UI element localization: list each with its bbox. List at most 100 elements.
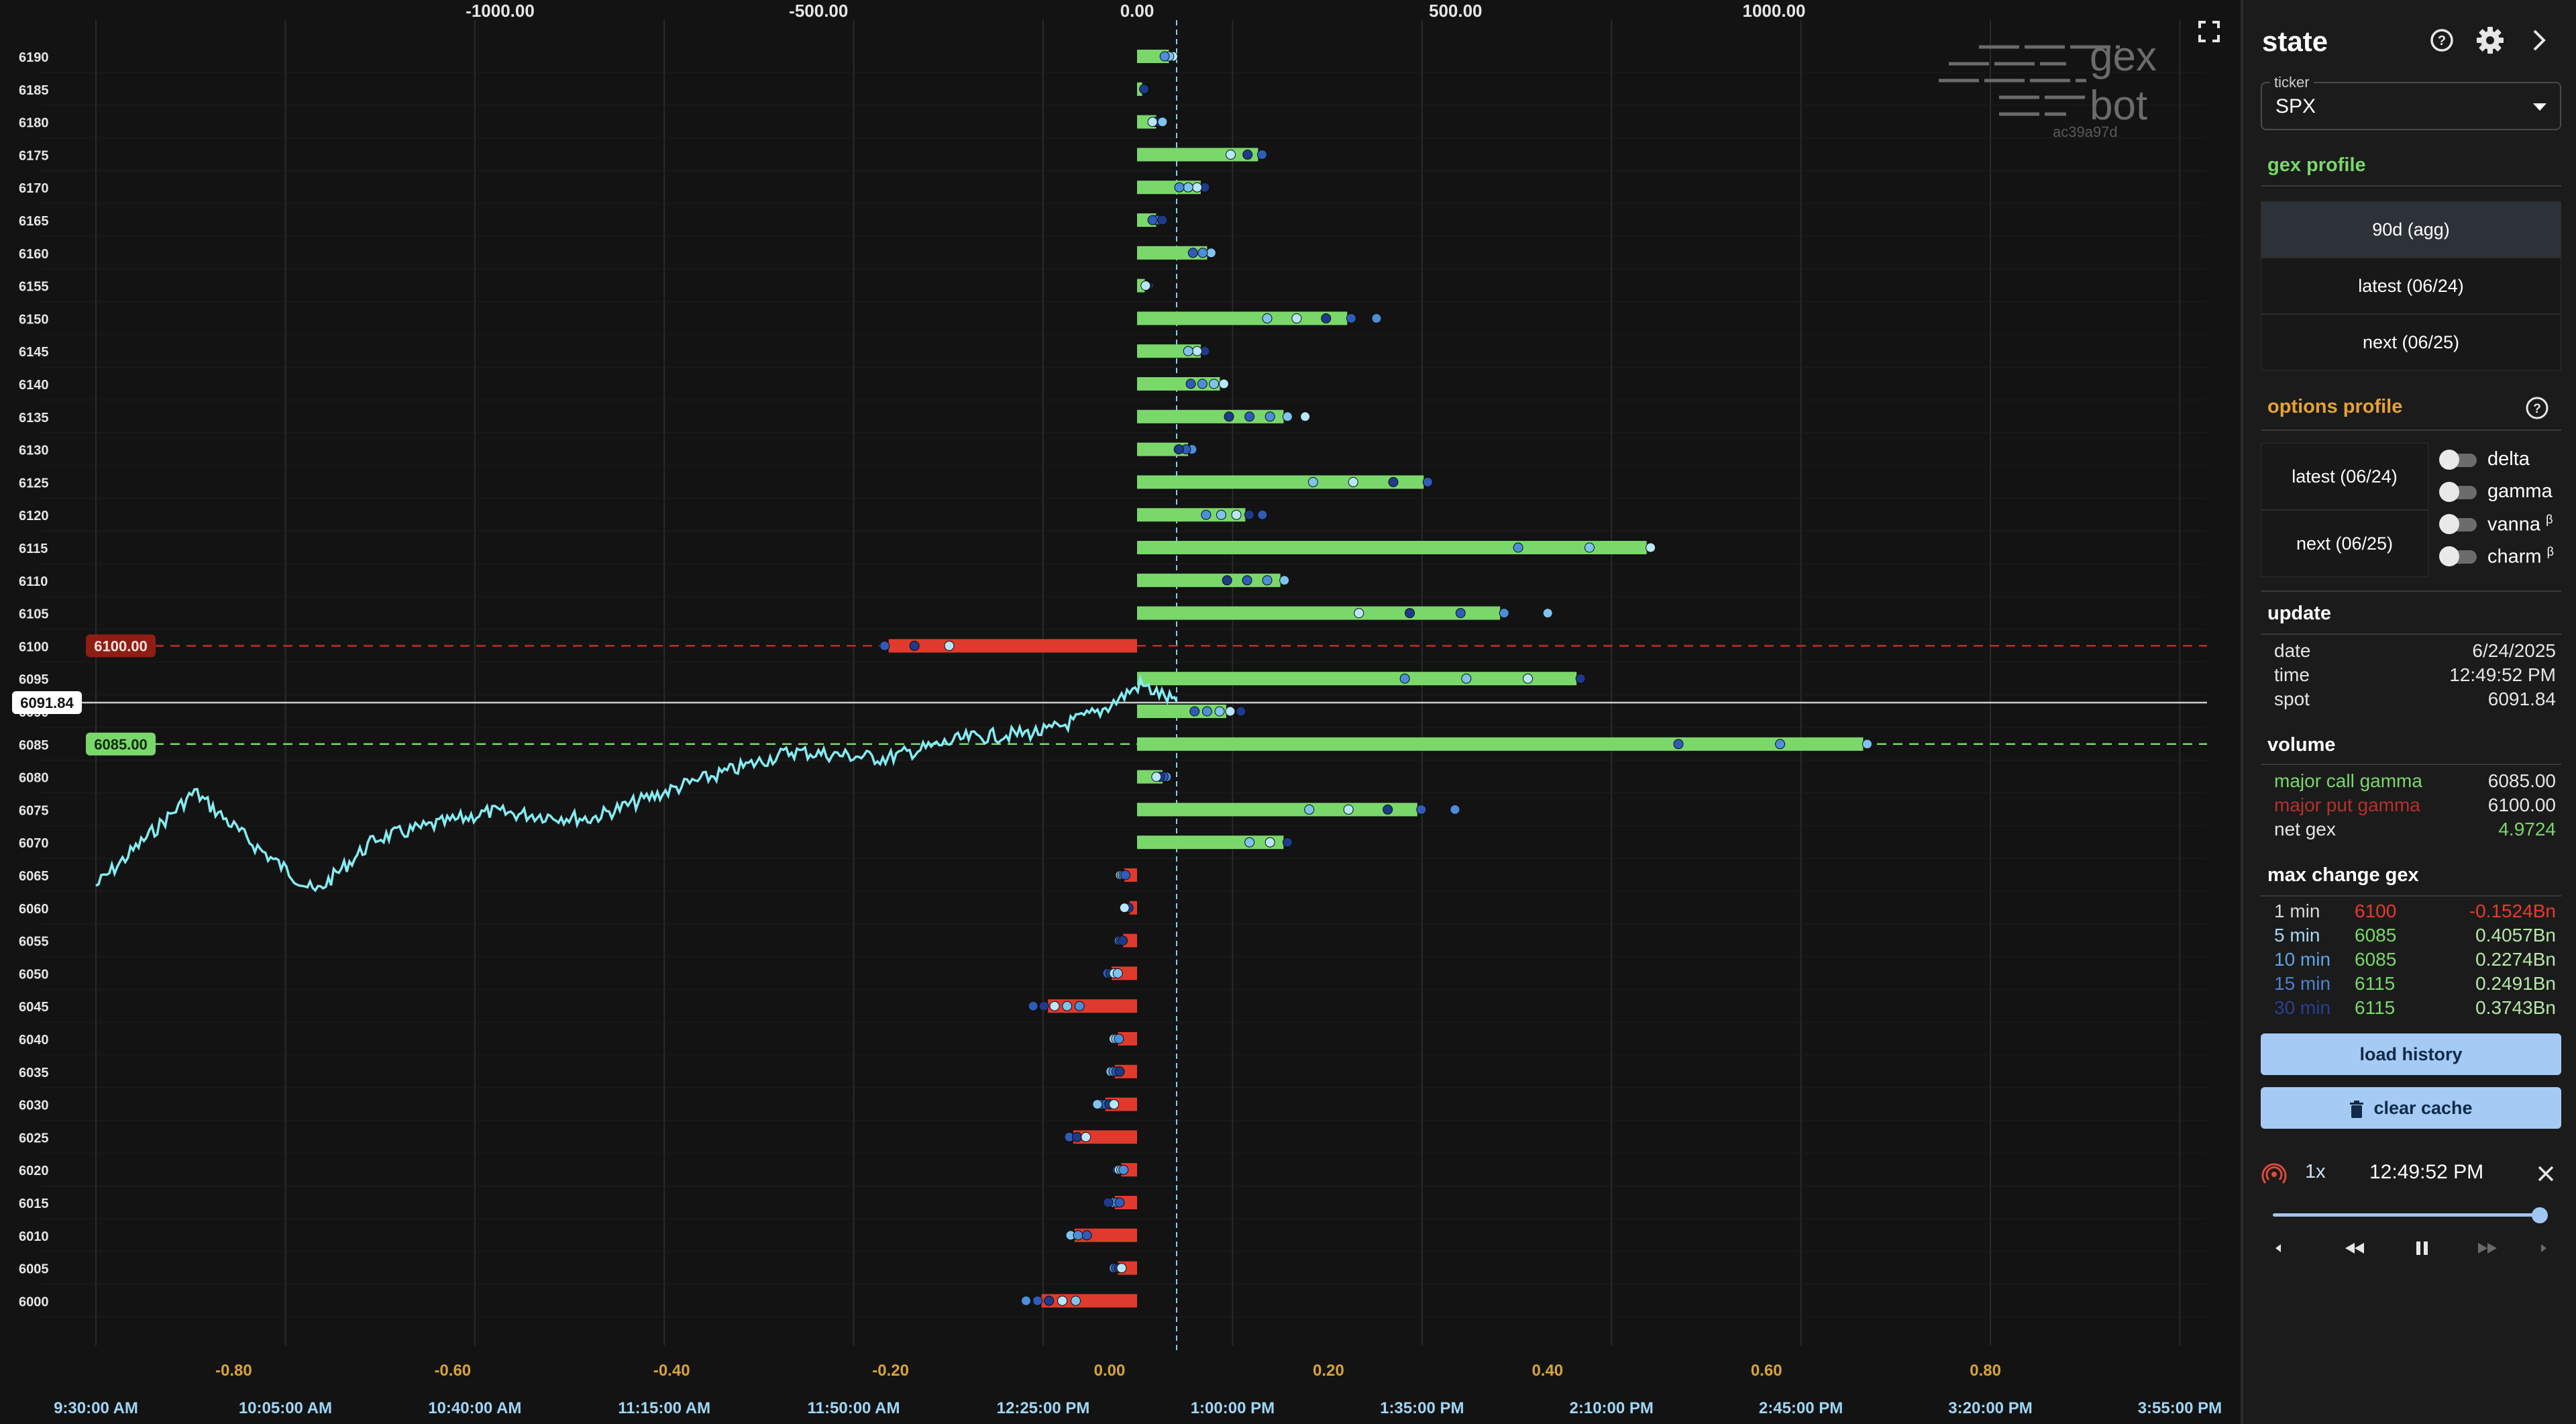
- change-dot: [1109, 1099, 1120, 1110]
- playback-time: 12:49:52 PM: [2369, 1161, 2484, 1183]
- change-dot: [1262, 575, 1273, 586]
- change-dot: [1192, 182, 1203, 193]
- strike-label: 6095: [19, 672, 49, 687]
- gex-chart: -1000.00 -500.00 0.00 500.00 1000.00 -0.80 -0.…: [12, 1, 2222, 1417]
- change-dot: [1197, 248, 1208, 258]
- change-dot: [1140, 281, 1151, 291]
- options-latest-button[interactable]: latest (06/24): [2261, 443, 2428, 510]
- major-call-gamma-row: major call gamma 6085.00: [2274, 770, 2556, 795]
- fullscreen-icon[interactable]: [2198, 20, 2220, 43]
- toggle-knob: [2439, 450, 2459, 470]
- chevron-right-icon[interactable]: [2522, 24, 2555, 56]
- change-dot: [1187, 248, 1198, 258]
- change-dot: [879, 640, 890, 651]
- close-icon[interactable]: [2536, 1164, 2556, 1184]
- panel-header: state ?: [2261, 20, 2561, 60]
- step-back-icon[interactable]: [2263, 1236, 2304, 1260]
- ticker-select[interactable]: ticker SPX: [2261, 74, 2561, 130]
- net-gex-value: 4.9724: [2498, 819, 2556, 840]
- change-dot: [1183, 182, 1193, 193]
- change-dot: [1775, 739, 1786, 750]
- watermark-text: bot: [2090, 83, 2147, 129]
- delta-toggle[interactable]: delta: [2439, 448, 2573, 471]
- major-call-gamma-value: 6085.00: [2487, 770, 2556, 791]
- gex-bar: [1137, 803, 1417, 817]
- change-dot: [1118, 1164, 1129, 1175]
- gear-icon[interactable]: [2474, 24, 2506, 56]
- change-dot: [1416, 804, 1427, 815]
- live-broadcast-icon[interactable]: [2261, 1160, 2288, 1186]
- time-axis-tick: 12:25:00 PM: [997, 1399, 1090, 1417]
- change-dot: [1371, 313, 1382, 323]
- slider-thumb[interactable]: [2532, 1207, 2548, 1223]
- toggle-knob: [2439, 546, 2459, 566]
- playback-speed[interactable]: 1x: [2305, 1161, 2326, 1183]
- change-dot: [1114, 1197, 1125, 1208]
- state-panel: state ? ticker SPX gex profile 90d (agg)…: [2243, 0, 2576, 1424]
- bottom-axis-tick: 0.80: [1970, 1362, 2001, 1380]
- bottom-axis-tick: -0.20: [872, 1362, 909, 1380]
- vanna-label-group: vanna β: [2487, 513, 2553, 536]
- pause-icon[interactable]: [2402, 1236, 2442, 1260]
- volume-title: volume: [2267, 734, 2336, 756]
- divider: [2261, 764, 2561, 765]
- bottom-axis-tick: 0.00: [1094, 1362, 1126, 1380]
- change-dot: [1383, 804, 1393, 815]
- max-change-row: 5 min 6085 0.4057Bn: [2274, 925, 2556, 949]
- clear-cache-button[interactable]: clear cache: [2261, 1087, 2561, 1129]
- change-dot: [1646, 542, 1656, 553]
- strike-label: 6050: [19, 967, 49, 982]
- max-change-strike: 6115: [2355, 973, 2396, 994]
- step-forward-icon[interactable]: [2518, 1236, 2559, 1260]
- watermark-text: gex: [2090, 34, 2157, 80]
- help-icon[interactable]: ?: [2524, 395, 2551, 421]
- playback-slider[interactable]: [2273, 1205, 2548, 1225]
- gex-axis-tick: -500.00: [789, 1, 848, 21]
- major-put-gamma-label: major put gamma: [2274, 795, 2420, 815]
- max-change-row: 15 min 6115 0.2491Bn: [2274, 973, 2556, 997]
- gex-profile-next-button[interactable]: next (06/25): [2261, 314, 2561, 370]
- max-change-row: 30 min 6115 0.3743Bn: [2274, 997, 2556, 1021]
- change-dot: [1225, 706, 1236, 717]
- strike-label: 6180: [19, 116, 49, 131]
- gex-bar: [1137, 311, 1348, 325]
- change-dot: [1157, 117, 1168, 128]
- change-dot: [1092, 1099, 1103, 1110]
- max-change-value: -0.1524Bn: [2469, 901, 2556, 921]
- change-dot: [1201, 509, 1212, 520]
- change-dot: [1262, 313, 1273, 323]
- chevron-down-icon: [2533, 103, 2546, 111]
- gex-bar: [1137, 573, 1281, 587]
- help-icon[interactable]: ?: [2426, 24, 2458, 56]
- major-put-gamma-value: 6100.00: [2487, 795, 2556, 815]
- change-dot: [1151, 772, 1162, 782]
- rewind-icon[interactable]: [2334, 1236, 2375, 1260]
- gamma-toggle[interactable]: gamma: [2439, 480, 2573, 503]
- time-label: time: [2274, 664, 2310, 685]
- bottom-axis-tick: 0.60: [1751, 1362, 1782, 1380]
- gex-bar: [1137, 377, 1220, 391]
- strike-label: 6155: [19, 280, 49, 295]
- update-spot-row: spot 6091.84: [2274, 689, 2556, 713]
- change-dot: [1236, 706, 1246, 717]
- load-history-button[interactable]: load history: [2261, 1033, 2561, 1075]
- strike-label: 6085: [19, 738, 49, 753]
- change-dot: [1399, 673, 1410, 684]
- gex-profile-latest-button[interactable]: latest (06/24): [2261, 258, 2561, 314]
- vanna-toggle[interactable]: vanna β: [2439, 513, 2573, 536]
- gex-bar: [1041, 1294, 1137, 1308]
- change-dot: [1057, 1295, 1068, 1306]
- change-dot: [1216, 509, 1226, 520]
- fast-forward-icon[interactable]: [2467, 1236, 2508, 1260]
- gexbot-watermark: gexbotac39a97d: [1939, 34, 2157, 140]
- gex-bar: [1137, 606, 1501, 620]
- charm-toggle[interactable]: charm β: [2439, 545, 2573, 568]
- gex-bar: [1137, 541, 1647, 554]
- gex-bar: [1137, 409, 1284, 423]
- options-next-button[interactable]: next (06/25): [2261, 510, 2428, 577]
- strike-label: 6150: [19, 312, 49, 327]
- strike-label: 6065: [19, 869, 49, 884]
- gex-profile-90d-button[interactable]: 90d (agg): [2261, 201, 2561, 258]
- time-value: 12:49:52 PM: [2449, 664, 2556, 685]
- change-dot: [1209, 378, 1220, 389]
